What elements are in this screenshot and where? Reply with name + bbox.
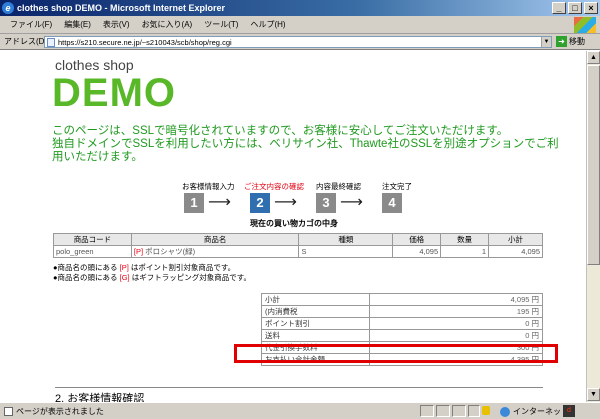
cell-name: [P] ポロシャツ(緑): [130, 245, 300, 258]
total-label: ポイント割引: [261, 317, 370, 330]
go-arrow-icon: ➜: [556, 36, 567, 47]
step-box-3: 3: [316, 193, 336, 213]
page-done-icon: [4, 406, 13, 416]
maximize-button[interactable]: □: [568, 2, 582, 14]
cell-kind: S: [298, 245, 394, 258]
table-row: ポイント割引 0 円: [261, 317, 543, 330]
notice-line-3: 用いただけます。: [52, 151, 143, 163]
note-suffix: はギフトラッピング対象商品です。: [131, 273, 251, 282]
step-arrow-icon: ⟶: [274, 194, 297, 211]
step-label-3: 内容最終確認: [316, 182, 361, 191]
cart-table: 商品コード 商品名 種類 価格 数量 小計 polo_green [P] ポロシ…: [53, 233, 543, 258]
total-value: 0 円: [369, 317, 543, 330]
note-mark: [G]: [119, 273, 130, 282]
note-suffix: はポイント割引対象商品です。: [130, 263, 236, 272]
menu-file[interactable]: ファイル(F): [4, 19, 58, 30]
col-qty: 数量: [440, 233, 490, 246]
windows-logo-icon: [574, 17, 596, 33]
menu-view[interactable]: 表示(V): [97, 19, 136, 30]
chevron-down-icon[interactable]: ▼: [541, 37, 551, 47]
step-box-1: 1: [184, 193, 204, 213]
cell-subtotal: 4,095: [488, 245, 543, 258]
minimize-button[interactable]: _: [552, 2, 566, 14]
status-panel: [468, 405, 480, 417]
status-panel: [452, 405, 466, 417]
note-prefix: ●商品名の頭にある: [53, 263, 118, 272]
cod-fee-highlight: [234, 344, 558, 363]
security-zone[interactable]: インターネット: [500, 406, 569, 417]
step-arrow-icon: ⟶: [340, 194, 363, 211]
lock-icon[interactable]: [482, 406, 490, 415]
total-label: 小計: [261, 293, 370, 306]
window-title: clothes shop DEMO - Microsoft Internet E…: [17, 3, 226, 13]
notice-line-1: このページは、SSLで暗号化されていますので、お客様に安心してご注文いただけます…: [52, 125, 509, 137]
menu-edit[interactable]: 編集(E): [58, 19, 97, 30]
cell-price: 4,095: [392, 245, 442, 258]
notice-line-2: 独自ドメインでSSLを利用したい方には、ベリサイン社、Thawte社のSSLを別…: [52, 138, 559, 150]
status-panel: [436, 405, 450, 417]
step-label-4: 注文完了: [382, 182, 412, 191]
page-viewport: clothes shop DEMO このページは、SSLで暗号化されていますので…: [0, 51, 586, 402]
address-input[interactable]: https://s210.secure.ne.jp/~s210043/scb/s…: [44, 36, 552, 48]
point-mark: [P]: [133, 247, 144, 256]
status-text: ページが表示されました: [16, 406, 104, 416]
col-subtotal: 小計: [488, 233, 543, 246]
table-row: polo_green [P] ポロシャツ(緑) S 4,095 1 4,095: [53, 245, 543, 258]
status-panel: [420, 405, 434, 417]
total-label: (内消費税: [261, 305, 370, 318]
cell-code: polo_green: [53, 245, 132, 258]
globe-icon: [500, 406, 510, 417]
step-box-2: 2: [250, 193, 270, 213]
menu-tools[interactable]: ツール(T): [198, 19, 244, 30]
note-mark: [P]: [119, 263, 129, 272]
scroll-thumb[interactable]: [587, 65, 600, 265]
col-price: 価格: [392, 233, 442, 246]
step-box-4: 4: [382, 193, 402, 213]
step-label-2: ご注文内容の確認: [244, 182, 304, 191]
step-label-1: お客様情報入力: [182, 182, 235, 191]
cart-header-row: 商品コード 商品名 種類 価格 数量 小計: [53, 233, 543, 246]
table-row: (内消費税 195 円: [261, 305, 543, 318]
tray-app-icon[interactable]: d: [563, 405, 575, 417]
section2-title: 2. お客様情報確認: [55, 387, 543, 402]
step-arrow-icon: ⟶: [208, 194, 231, 211]
table-row: 小計 4,095 円: [261, 293, 543, 306]
menubar: ファイル(F) 編集(E) 表示(V) お気に入り(A) ツール(T) ヘルプ(…: [0, 16, 600, 34]
close-button[interactable]: ×: [584, 2, 598, 14]
scroll-up-icon[interactable]: ▲: [587, 51, 600, 64]
zone-text: インターネット: [513, 407, 569, 416]
table-row: 送料 0 円: [261, 329, 543, 342]
col-name: 商品名: [130, 233, 300, 246]
cart-caption: 現在の買い物カゴの中身: [250, 219, 338, 228]
status-bar: ページが表示されました インターネット d: [0, 402, 600, 419]
logo-demo: DEMO: [52, 71, 176, 115]
note-prefix: ●商品名の頭にある: [53, 273, 118, 282]
ssl-notice: このページは、SSLで暗号化されていますので、お客様に安心してご注文いただけます…: [52, 125, 562, 164]
col-kind: 種類: [298, 233, 394, 246]
total-value: 195 円: [369, 305, 543, 318]
total-label: 送料: [261, 329, 370, 342]
url-text[interactable]: https://s210.secure.ne.jp/~s210043/scb/s…: [58, 38, 232, 47]
menu-help[interactable]: ヘルプ(H): [244, 19, 291, 30]
go-button[interactable]: ➜ 移動: [556, 36, 585, 47]
window-titlebar: e clothes shop DEMO - Microsoft Internet…: [0, 0, 600, 16]
vertical-scrollbar[interactable]: ▲ ▼: [586, 51, 600, 402]
col-code: 商品コード: [53, 233, 132, 246]
ie-logo-icon: e: [2, 2, 14, 14]
page-icon: [47, 37, 55, 47]
go-label: 移動: [569, 37, 585, 46]
cell-qty: 1: [440, 245, 490, 258]
scroll-down-icon[interactable]: ▼: [587, 388, 600, 401]
menu-favorites[interactable]: お気に入り(A): [136, 19, 199, 30]
total-value: 0 円: [369, 329, 543, 342]
total-value: 4,095 円: [369, 293, 543, 306]
note-gift: ●商品名の頭にある [G] はギフトラッピング対象商品です。: [53, 272, 251, 283]
address-bar: アドレス(D) https://s210.secure.ne.jp/~s2100…: [0, 34, 600, 50]
address-label: アドレス(D): [4, 37, 48, 46]
product-name: ポロシャツ(緑): [145, 247, 196, 256]
